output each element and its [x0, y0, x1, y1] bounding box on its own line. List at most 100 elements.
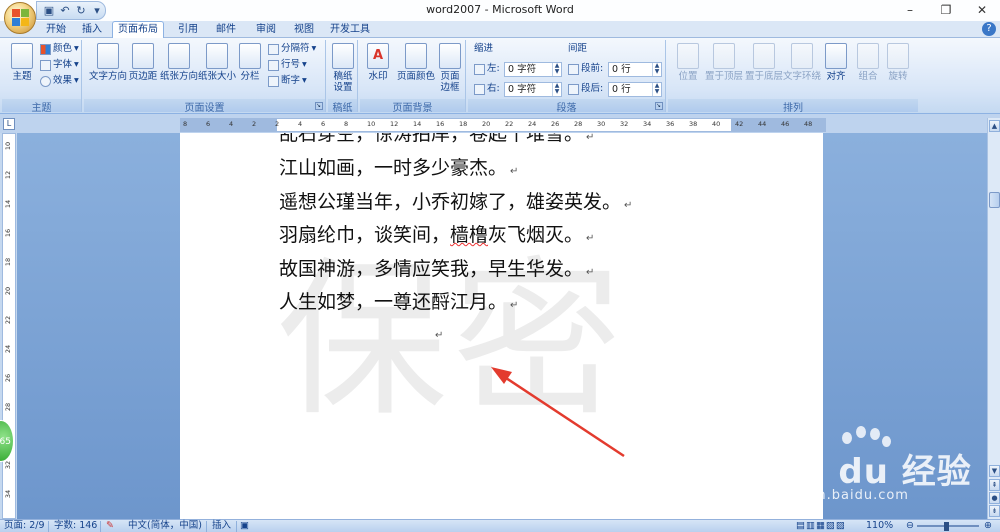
- ruler-number: 8: [183, 120, 188, 128]
- status-divider: [100, 521, 101, 532]
- tab-home[interactable]: 开始: [40, 22, 72, 38]
- text-wrapping-button[interactable]: 文字环绕: [782, 43, 822, 97]
- document-line: 乱石穿空，惊涛拍岸，卷起千堆雪。 ↵: [279, 133, 595, 145]
- page-borders-button[interactable]: 页面边框: [436, 43, 464, 97]
- scroll-down-button[interactable]: ▼: [989, 465, 1000, 477]
- previous-page-button[interactable]: ⇞: [989, 479, 1000, 491]
- proofing-icon[interactable]: ✎: [106, 520, 114, 532]
- margins-button[interactable]: 页边距: [126, 43, 160, 97]
- orientation-button[interactable]: 纸张方向: [158, 43, 200, 97]
- zoom-level[interactable]: 110%: [866, 520, 893, 532]
- vertical-ruler-number: 26: [4, 373, 13, 383]
- page-setup-launcher-icon[interactable]: ↘: [315, 102, 323, 110]
- close-button[interactable]: ✕: [964, 0, 1000, 20]
- ruler-number: 2: [252, 120, 257, 128]
- orientation-icon: [168, 43, 190, 69]
- spacing-before-input[interactable]: 0 行 ▲ ▼: [608, 62, 662, 77]
- zoom-slider-thumb[interactable]: [944, 522, 949, 531]
- restore-button[interactable]: ❐: [928, 0, 964, 20]
- status-divider: [236, 521, 237, 532]
- tab-view[interactable]: 视图: [288, 22, 320, 38]
- group-paragraph: 缩进 间距 左: 0 字符 ▲ ▼ 右: 0 字符 ▲ ▼ 段前: 0 行 ▲ ▼ 段后: …: [468, 40, 666, 114]
- view-buttons-icon[interactable]: ▤▥▦▧▨: [796, 520, 846, 532]
- ruler-number: 40: [712, 120, 721, 128]
- tab-page-layout[interactable]: 页面布局: [112, 21, 164, 39]
- indent-left-input[interactable]: 0 字符 ▲ ▼: [504, 62, 562, 77]
- group-objects-button[interactable]: 组合: [852, 43, 884, 97]
- document-page[interactable]: 保密 乱石穿空，惊涛拍岸，卷起千堆雪。 ↵ 江山如画，一时多少豪杰。 ↵ 遥想公瑾当…: [180, 133, 823, 519]
- scrollbar-thumb[interactable]: [989, 192, 1000, 208]
- tab-references[interactable]: 引用: [172, 22, 204, 38]
- align-button[interactable]: 对齐: [820, 43, 852, 97]
- tab-mailings[interactable]: 邮件: [210, 22, 242, 38]
- minimize-button[interactable]: –: [892, 0, 928, 20]
- indent-right-input[interactable]: 0 字符 ▲ ▼: [504, 82, 562, 97]
- theme-colors-button[interactable]: 颜色 ▾: [40, 42, 79, 56]
- browse-object-button[interactable]: ●: [989, 492, 1000, 504]
- ruler-number: 28: [574, 120, 583, 128]
- office-button[interactable]: [4, 2, 36, 34]
- send-to-back-button[interactable]: 置于底层: [744, 43, 784, 97]
- tab-developer[interactable]: 开发工具: [326, 22, 374, 38]
- group-icon: [857, 43, 879, 69]
- paragraph-launcher-icon[interactable]: ↘: [655, 102, 663, 110]
- theme-fonts-button[interactable]: 字体 ▾: [40, 58, 79, 72]
- window-title: word2007 - Microsoft Word: [426, 3, 574, 16]
- ruler-number: 18: [459, 120, 468, 128]
- page-color-button[interactable]: 页面颜色: [396, 43, 436, 97]
- ruler-number: 30: [597, 120, 606, 128]
- zoom-out-icon[interactable]: ⊖: [906, 520, 914, 532]
- macro-record-icon[interactable]: ▣: [240, 520, 249, 532]
- rotate-button[interactable]: 旋转: [882, 43, 914, 97]
- status-insert-mode[interactable]: 插入: [212, 520, 231, 532]
- manuscript-settings-button[interactable]: 稿纸设置: [326, 43, 360, 97]
- spacing-after-input[interactable]: 0 行 ▲ ▼: [608, 82, 662, 97]
- status-language[interactable]: 中文(简体，中国): [128, 520, 202, 532]
- group-page-background: A 水印 页面颜色 页面边框 页面背景: [360, 40, 466, 114]
- size-button[interactable]: 纸张大小: [196, 43, 238, 97]
- tab-review[interactable]: 审阅: [250, 22, 282, 38]
- document-line: 遥想公瑾当年，小乔初嫁了，雄姿英发。 ↵: [279, 191, 633, 213]
- vertical-scrollbar[interactable]: ▲ ▼ ⇞ ● ⇟: [987, 118, 1000, 519]
- manuscript-icon: [332, 43, 354, 69]
- ruler-number: 4: [229, 120, 234, 128]
- position-button[interactable]: 位置: [672, 43, 704, 97]
- indent-right-spinner[interactable]: ▲ ▼: [552, 83, 561, 96]
- group-label-paragraph: 段落: [468, 99, 665, 114]
- themes-button[interactable]: 主题: [4, 43, 40, 97]
- vertical-ruler-number: 16: [4, 228, 13, 238]
- spacing-title: 间距: [568, 43, 588, 54]
- indent-left-icon: [474, 63, 485, 75]
- text-direction-button[interactable]: 文字方向: [86, 43, 130, 97]
- spacing-after-spinner[interactable]: ▲ ▼: [652, 83, 661, 96]
- tab-insert[interactable]: 插入: [76, 22, 108, 38]
- status-word-count[interactable]: 字数: 146: [54, 520, 97, 532]
- tab-selector-icon[interactable]: L: [3, 118, 15, 130]
- indent-left-spinner[interactable]: ▲ ▼: [552, 63, 561, 76]
- bring-to-front-button[interactable]: 置于顶层: [704, 43, 744, 97]
- watermark-button[interactable]: A 水印: [362, 43, 394, 97]
- hyphenation-button[interactable]: 断字 ▾: [268, 74, 307, 88]
- next-page-button[interactable]: ⇟: [989, 505, 1000, 517]
- spacing-before-spinner[interactable]: ▲ ▼: [652, 63, 661, 76]
- ruler-number: 6: [206, 120, 211, 128]
- line-numbers-button[interactable]: 行号 ▾: [268, 58, 307, 72]
- status-page[interactable]: 页面: 2/9: [4, 520, 45, 532]
- group-label-manuscript: 稿纸: [328, 99, 357, 114]
- indent-title: 缩进: [474, 43, 494, 54]
- colors-icon: [40, 43, 51, 55]
- indent-left-label: 左:: [474, 62, 500, 76]
- horizontal-ruler[interactable]: 8 6 4 2 2 4 6 8 10 12 14 16 18 20 22 24 26 28 30 32 34 36 38 40…: [180, 118, 826, 132]
- page-borders-icon: [439, 43, 461, 69]
- breaks-button[interactable]: 分隔符 ▾: [268, 42, 316, 56]
- columns-button[interactable]: 分栏: [236, 43, 264, 97]
- theme-effects-button[interactable]: 效果 ▾: [40, 74, 79, 88]
- document-line: 人生如梦，一尊还酹江月。 ↵: [279, 291, 519, 313]
- spelling-error: 樯橹: [450, 224, 489, 246]
- fonts-icon: [40, 59, 51, 71]
- help-icon[interactable]: ?: [982, 22, 996, 36]
- ruler-number: 20: [482, 120, 491, 128]
- scroll-up-button[interactable]: ▲: [989, 120, 1000, 132]
- zoom-in-icon[interactable]: ⊕: [984, 520, 992, 532]
- ruler-number: 12: [390, 120, 399, 128]
